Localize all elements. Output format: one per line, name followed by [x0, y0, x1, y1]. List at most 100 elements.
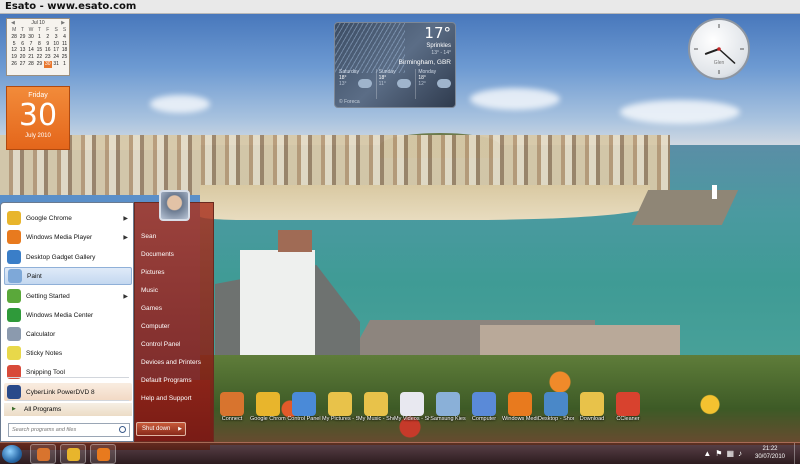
network-icon[interactable]: ▦ — [726, 449, 738, 458]
weather-gadget[interactable]: 17° Sprinkles 13° - 14° Birmingham, GBR … — [334, 22, 456, 108]
user-avatar[interactable] — [159, 190, 190, 221]
calendar-day-cell[interactable]: 14 — [27, 47, 35, 54]
start-menu-link-pictures[interactable]: Pictures — [141, 267, 164, 279]
calendar-day-cell[interactable]: 11 — [60, 41, 68, 48]
calendar-day-cell[interactable]: 20 — [18, 54, 26, 61]
media-player-taskbar-icon — [97, 448, 110, 461]
start-menu-link-default-programs[interactable]: Default Programs — [141, 375, 192, 387]
chrome-icon — [7, 211, 21, 225]
calendar-day-cell[interactable]: 9 — [44, 41, 52, 48]
calendar-gadget-month[interactable]: ◀ Jul 10 ▶ M T W T F S S 28 29 30 1 2 3 4 5 6 7 8 9 10 11 12 1… — [6, 18, 70, 76]
calendar-day-cell[interactable]: 29 — [18, 34, 26, 41]
calendar-day-cell[interactable]: 15 — [35, 47, 43, 54]
calendar-day-cell[interactable]: 8 — [35, 41, 43, 48]
start-menu-item-paint[interactable]: Paint — [4, 267, 132, 285]
calendar-day-cell[interactable]: 1 — [35, 34, 43, 41]
desktop-icon-download[interactable]: Download — [574, 392, 610, 442]
start-menu-link-games[interactable]: Games — [141, 303, 162, 315]
taskbar-clock[interactable]: 21:22 30/07/2010 — [748, 445, 792, 461]
start-button[interactable] — [2, 445, 22, 463]
calculator-icon — [7, 327, 21, 341]
desktop-icon-computer[interactable]: Computer — [466, 392, 502, 442]
desktop-icon-my-music-shortcut[interactable]: My Music - Shortcut — [358, 392, 394, 442]
calendar-day-cell[interactable]: 2 — [44, 34, 52, 41]
desktop-icon-samsung-kies[interactable]: Samsung Kies — [430, 392, 466, 442]
desktop-icon-connect[interactable]: Connect — [214, 392, 250, 442]
desktop-icon-label: Google Chrome — [250, 416, 286, 422]
calendar-day-cell[interactable]: 12 — [10, 47, 18, 54]
desktop-icon-ccleaner[interactable]: CCleaner — [610, 392, 646, 442]
calendar-day-cell[interactable]: 10 — [52, 41, 60, 48]
desktop-icon-windows-media-player[interactable]: Windows Media Player — [502, 392, 538, 442]
shutdown-button[interactable]: Shut down ▶ — [136, 422, 186, 436]
calendar-day-cell[interactable]: 13 — [18, 47, 26, 54]
start-menu-item-windows-media-player[interactable]: Windows Media Player ▶ — [4, 228, 132, 246]
submenu-arrow-icon[interactable]: ▶ — [123, 234, 128, 241]
calendar-day-cell[interactable]: 22 — [35, 54, 43, 61]
search-icon[interactable] — [119, 426, 126, 433]
calendar-day-cell[interactable]: 3 — [52, 34, 60, 41]
calendar-day-cell[interactable]: 21 — [27, 54, 35, 61]
submenu-arrow-icon[interactable]: ▶ — [123, 215, 128, 222]
start-menu-link-devices-and-printers[interactable]: Devices and Printers — [141, 357, 201, 369]
desktop-icon-label: Computer — [471, 416, 497, 422]
calendar-month-label: Jul 10 — [31, 20, 45, 26]
calendar-day-cell[interactable]: 1 — [60, 61, 68, 68]
calendar-day-cell[interactable]: 28 — [10, 34, 18, 41]
desktop-icon-google-chrome[interactable]: Google Chrome — [250, 392, 286, 442]
calendar-day-cell[interactable]: 16 — [44, 47, 52, 54]
start-menu-link-documents[interactable]: Documents — [141, 249, 174, 261]
start-menu-link-computer[interactable]: Computer — [141, 321, 170, 333]
start-menu-item-calculator[interactable]: Calculator — [4, 325, 132, 343]
calendar-month-year: July 2010 — [25, 133, 51, 139]
desktop-icon-desktop-shortcut[interactable]: Desktop - Shortcut — [538, 392, 574, 442]
next-month-icon[interactable]: ▶ — [61, 19, 65, 27]
start-menu-item-sticky-notes[interactable]: Sticky Notes — [4, 344, 132, 362]
submenu-arrow-icon[interactable]: ▶ — [123, 293, 128, 300]
calendar-day-cell[interactable]: 23 — [44, 54, 52, 61]
all-programs-button[interactable]: All Programs — [4, 403, 132, 416]
calendar-gadget-day[interactable]: Friday 30 July 2010 — [6, 86, 70, 150]
show-desktop-button[interactable] — [794, 443, 800, 464]
calendar-day-cell[interactable]: 6 — [18, 41, 26, 48]
start-menu-item-snipping-tool[interactable]: Snipping Tool — [4, 363, 132, 381]
calendar-day-cell[interactable]: 30 — [27, 34, 35, 41]
clock-gadget[interactable]: Glen — [688, 18, 750, 80]
desktop-icon-my-videos-shortcut[interactable]: My Videos - Shortcut — [394, 392, 430, 442]
start-menu-item-cyberlink-powerdvd-8[interactable]: CyberLink PowerDVD 8 — [4, 383, 132, 401]
calendar-day-cell[interactable]: 27 — [18, 61, 26, 68]
calendar-day-cell[interactable]: 30 — [43, 60, 52, 68]
start-menu-item-windows-media-center[interactable]: Windows Media Center — [4, 306, 132, 324]
calendar-day-cell[interactable]: 24 — [52, 54, 60, 61]
volume-icon[interactable]: ♪ — [738, 449, 746, 458]
start-menu-item-getting-started[interactable]: Getting Started ▶ — [4, 287, 132, 305]
start-menu-link-sean[interactable]: Sean — [141, 231, 156, 243]
desktop-icon-my-pictures-shortcut[interactable]: My Pictures - Shortcut — [322, 392, 358, 442]
flag-icon[interactable]: ⚑ — [715, 449, 726, 458]
taskbar-app-button[interactable] — [60, 444, 86, 464]
shutdown-options-icon[interactable]: ▶ — [178, 423, 182, 435]
calendar-day-cell[interactable]: 31 — [52, 61, 60, 68]
start-menu-item-desktop-gadget-gallery[interactable]: Desktop Gadget Gallery — [4, 248, 132, 266]
calendar-day-cell[interactable]: 18 — [60, 47, 68, 54]
calendar-day-cell[interactable]: 7 — [27, 41, 35, 48]
calendar-day-cell[interactable]: 29 — [35, 61, 43, 68]
calendar-day-cell[interactable]: 17 — [52, 47, 60, 54]
start-search-input[interactable]: Search programs and files — [8, 423, 130, 437]
start-menu-link-music[interactable]: Music — [141, 285, 158, 297]
taskbar-app-button[interactable] — [30, 444, 56, 464]
show-hidden-icons-icon[interactable]: ▲ — [703, 449, 715, 458]
start-menu-link-help-and-support[interactable]: Help and Support — [141, 393, 192, 405]
calendar-day-cell[interactable]: 5 — [10, 41, 18, 48]
calendar-day-cell[interactable]: 26 — [10, 61, 18, 68]
calendar-day-cell[interactable]: 19 — [10, 54, 18, 61]
desktop-icon-control-panel[interactable]: Control Panel — [286, 392, 322, 442]
taskbar-app-button[interactable] — [90, 444, 116, 464]
previous-month-icon[interactable]: ◀ — [11, 19, 15, 27]
taskbar-time: 21:22 — [762, 446, 778, 452]
calendar-day-cell[interactable]: 28 — [27, 61, 35, 68]
calendar-day-cell[interactable]: 4 — [60, 34, 68, 41]
start-menu-link-control-panel[interactable]: Control Panel — [141, 339, 180, 351]
start-menu-item-google-chrome[interactable]: Google Chrome ▶ — [4, 209, 132, 227]
calendar-day-cell[interactable]: 25 — [60, 54, 68, 61]
